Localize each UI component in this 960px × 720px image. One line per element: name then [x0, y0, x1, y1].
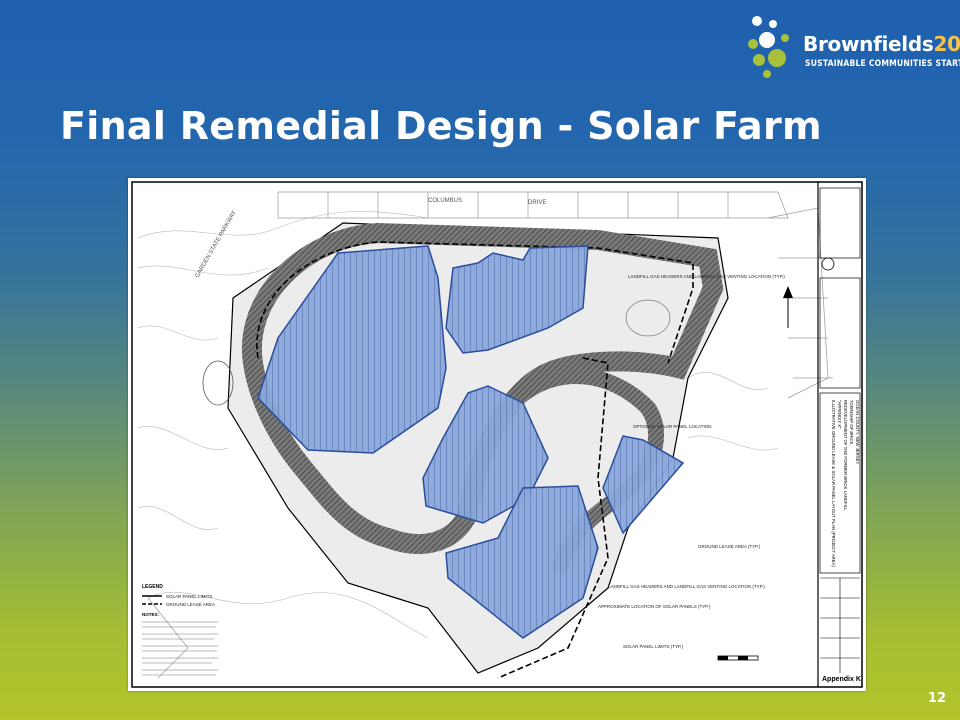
- site-plan-drawing: COLUMBUS DRIVE GARDEN STATE PARKWAY OPTI…: [128, 178, 866, 691]
- pond-feature: [202, 360, 234, 406]
- title-block-text-5: OCEAN COUNTY, NEW JERSEY: [855, 400, 860, 465]
- logo-tagline: SUSTAINABLE COMMUNITIES START HERE: [805, 59, 960, 69]
- title-block-text-2: "APPENDIX K": [837, 400, 842, 429]
- logo-word-brownfields: Brownfields: [803, 32, 934, 56]
- title-block: ILLUSTRATIVE GROUND LEASE & SOLAR PANEL …: [817, 182, 861, 687]
- slide-title: Final Remedial Design - Solar Farm: [60, 104, 822, 148]
- callout-landfill-gas: LANDFILL GAS HEADERS AND LANDFILL GAS VE…: [628, 274, 785, 279]
- logo-wordmark: Brownfields2015: [803, 32, 960, 56]
- site-plan-svg: COLUMBUS DRIVE GARDEN STATE PARKWAY OPTI…: [131, 181, 863, 688]
- legend-item-lease: GROUND LEASE AREA: [166, 602, 215, 607]
- title-block-text: ILLUSTRATIVE GROUND LEASE & SOLAR PANEL …: [831, 400, 836, 567]
- legend-item-solar: SOLAR PANEL LIMITS: [166, 594, 213, 599]
- firm-logo-icon: [821, 257, 835, 271]
- page-number: 12: [927, 691, 946, 706]
- parkway-label: GARDEN STATE PARKWAY: [195, 210, 238, 279]
- legend-title: LEGEND: [142, 584, 163, 590]
- north-arrow-icon: [783, 286, 793, 328]
- drawing-legend: LEGEND SOLAR PANEL LIMITS GROUND LEASE A…: [142, 584, 218, 676]
- scale-bar: [717, 655, 759, 661]
- notes-title: NOTES:: [142, 612, 160, 617]
- callout-solar-limits: SOLAR PANEL LIMITS (TYP.): [623, 644, 684, 649]
- street-label-2: DRIVE: [528, 200, 546, 206]
- logo-word-year: 2015: [933, 32, 960, 56]
- callout-landfill-gas-2: LANDFILL GAS HEADERS AND LANDFILL GAS VE…: [608, 584, 765, 589]
- title-block-text-4: TOWNSHIP OF BRICK: [849, 400, 854, 445]
- brownfields-logo: Brownfields2015 SUSTAINABLE COMMUNITIES …: [745, 14, 960, 84]
- logo-dots-icon: [748, 16, 789, 78]
- callout-optional-solar: OPTIONAL SOLAR PANEL LOCATION: [633, 424, 712, 429]
- street-label: COLUMBUS: [428, 198, 462, 204]
- title-block-text-3: REDEVELOPMENT OF THE FORMER BRICK LANDFI…: [843, 400, 848, 511]
- callout-approx-solar: APPROXIMATE LOCATION OF SOLAR PANELS (TY…: [598, 604, 711, 609]
- appendix-label: Appendix K: [822, 676, 861, 683]
- callout-ground-lease: GROUND LEASE AREA (TYP.): [698, 544, 761, 549]
